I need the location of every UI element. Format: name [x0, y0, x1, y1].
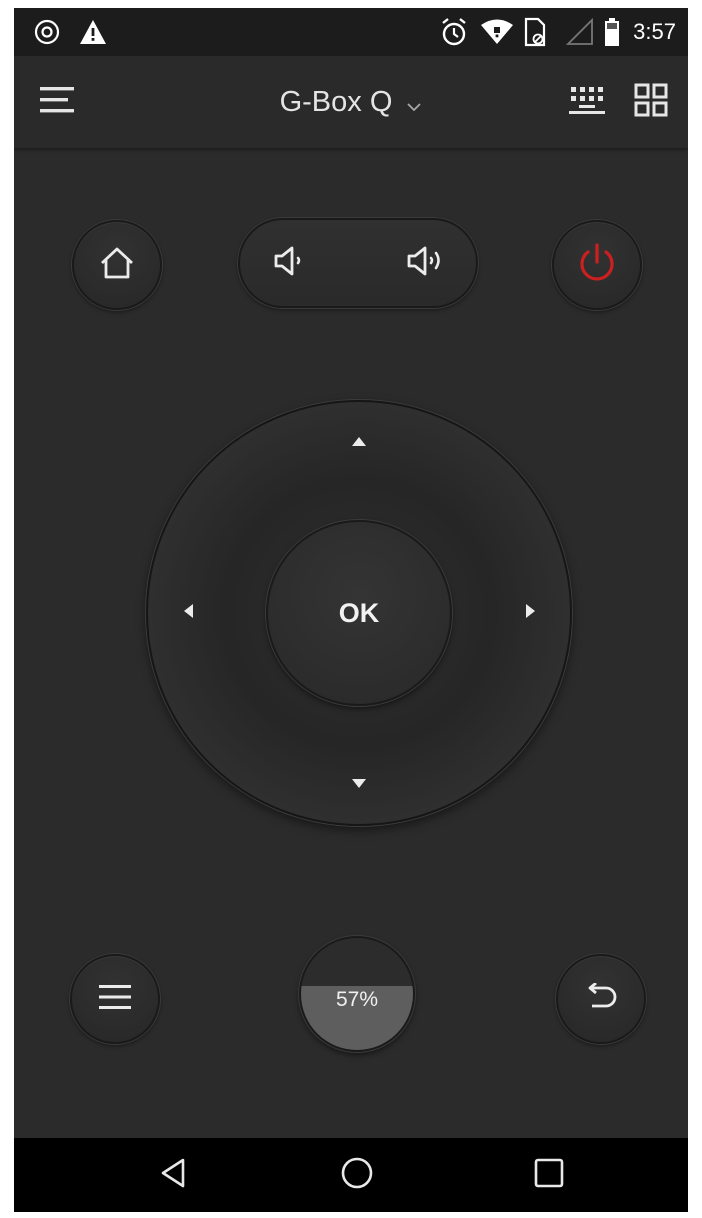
system-nav-bar	[14, 1138, 688, 1212]
arrow-up-icon	[352, 433, 366, 451]
wifi-icon	[480, 8, 514, 56]
nav-home-icon	[340, 1156, 374, 1195]
home-button[interactable]	[72, 220, 162, 310]
alarm-icon	[440, 8, 468, 56]
grid-apps-icon	[634, 83, 668, 122]
signal-icon	[566, 8, 594, 56]
ok-button[interactable]: OK	[266, 520, 452, 706]
back-button[interactable]	[556, 954, 646, 1044]
nav-back-button[interactable]	[128, 1138, 218, 1212]
device-name: G-Box Q	[279, 85, 393, 118]
keyboard-icon	[569, 85, 607, 120]
back-icon	[584, 981, 618, 1016]
at-sign-icon	[32, 8, 62, 56]
volume-control	[238, 218, 478, 308]
power-button[interactable]	[552, 220, 642, 310]
volume-up-icon	[405, 245, 447, 282]
home-icon	[99, 246, 135, 285]
nav-recents-button[interactable]	[504, 1138, 594, 1212]
arrow-left-icon	[183, 603, 193, 623]
apps-grid-button[interactable]	[626, 56, 676, 148]
dpad-right-button[interactable]	[500, 583, 560, 643]
battery-level-label: 57%	[335, 988, 379, 1011]
battery-icon	[604, 8, 620, 56]
volume-down-button[interactable]	[240, 220, 340, 306]
dpad-down-button[interactable]	[329, 754, 389, 814]
app-bar: G-Box Q	[14, 56, 688, 148]
dpad-left-button[interactable]	[158, 583, 218, 643]
volume-down-icon	[272, 245, 308, 282]
warning-icon	[78, 8, 108, 56]
volume-up-button[interactable]	[376, 220, 476, 306]
nav-recents-icon	[534, 1158, 564, 1193]
battery-level-indicator: 57%	[299, 936, 415, 1052]
status-bar: 3:57	[14, 8, 688, 56]
power-icon	[577, 242, 617, 289]
phone-screen: 3:57 G-Box Q OK 57%	[14, 8, 688, 1212]
chevron-down-icon	[406, 87, 422, 120]
arrow-down-icon	[352, 775, 366, 793]
keyboard-button[interactable]	[562, 56, 614, 148]
arrow-right-icon	[525, 603, 535, 623]
sim-card-icon	[523, 8, 547, 56]
dpad-up-button[interactable]	[329, 412, 389, 472]
menu-icon	[99, 984, 131, 1015]
nav-back-icon	[159, 1157, 187, 1194]
menu-button[interactable]	[70, 954, 160, 1044]
dpad: OK	[146, 400, 572, 826]
status-time: 3:57	[633, 19, 676, 44]
nav-home-button[interactable]	[312, 1138, 402, 1212]
